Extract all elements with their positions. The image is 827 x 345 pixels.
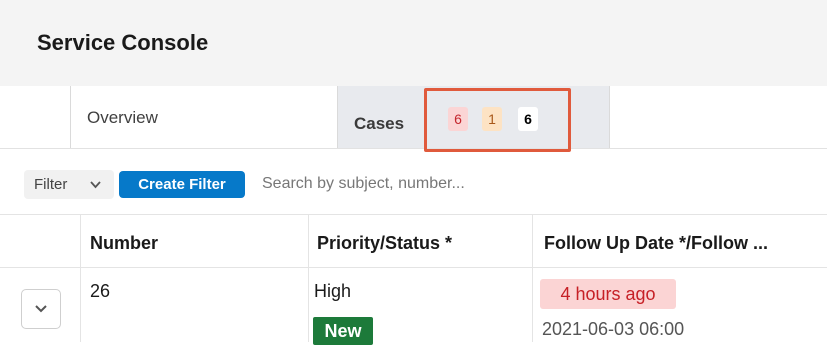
column-header-number[interactable]: Number [90, 233, 158, 254]
follow-up-date: 2021-06-03 06:00 [542, 319, 685, 339]
tab-overview[interactable]: Overview [70, 86, 338, 148]
search-input[interactable]: Search by subject, number... [262, 175, 465, 193]
tab-cases-label: Cases [354, 114, 405, 133]
table-header: Number Priority/Status * Follow Up Date … [0, 214, 827, 268]
column-divider [308, 214, 309, 342]
console-header: Service Console [0, 0, 827, 86]
filter-label: Filter [34, 176, 68, 193]
filter-bar: Filter Create Filter Search by subject, … [0, 162, 827, 206]
chevron-down-icon [35, 305, 47, 313]
filter-dropdown-button[interactable]: Filter [24, 170, 114, 199]
create-filter-button[interactable]: Create Filter [119, 171, 245, 198]
page-title: Service Console [37, 30, 209, 55]
case-priority: High [314, 281, 352, 301]
chevron-down-icon [89, 171, 102, 210]
column-divider [80, 214, 81, 342]
tab-overview-label: Overview [87, 108, 158, 127]
column-divider [532, 214, 533, 342]
follow-up-overdue-badge: 4 hours ago [540, 279, 676, 309]
badge-highlight-box [424, 88, 571, 152]
column-header-follow-up-date[interactable]: Follow Up Date */Follow ... [544, 233, 768, 254]
case-number[interactable]: 26 [90, 281, 110, 302]
column-header-priority-status[interactable]: Priority/Status * [317, 233, 452, 254]
status-badge: New [313, 317, 373, 345]
tab-bar: Overview Cases 6 1 6 [0, 86, 827, 149]
expand-row-button[interactable] [21, 289, 61, 329]
